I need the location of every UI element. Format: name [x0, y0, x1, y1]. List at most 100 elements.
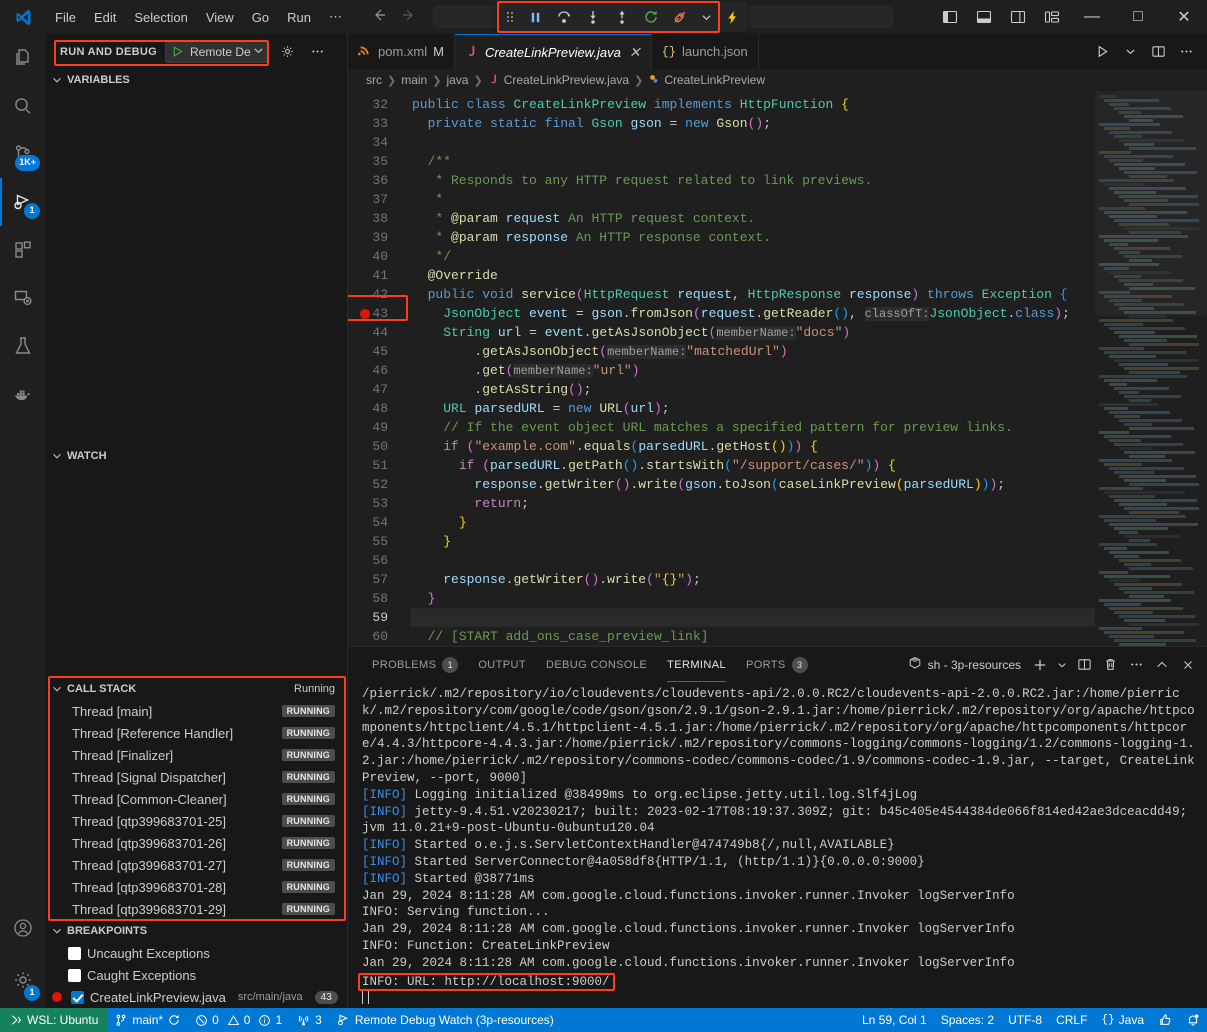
tab-ports[interactable]: PORTS 3 [736, 647, 818, 682]
code-line[interactable]: } [410, 589, 1095, 608]
ellipsis-icon[interactable] [307, 41, 329, 63]
code-line[interactable]: } [410, 513, 1095, 532]
arrow-left-icon[interactable] [371, 7, 387, 28]
line-number-gutter[interactable]: 3233343536373839404142434445464748495051… [348, 91, 410, 646]
code-line[interactable]: JsonObject event = gson.fromJson(request… [410, 304, 1095, 323]
call-stack-thread-row[interactable]: Thread [Finalizer]RUNNING [46, 744, 347, 766]
line-number[interactable]: 34 [348, 133, 410, 152]
gear-icon[interactable] [277, 41, 299, 63]
line-number[interactable]: 39 [348, 228, 410, 247]
run-button[interactable] [1089, 38, 1115, 66]
lightning-icon[interactable] [725, 10, 740, 25]
drag-handle-icon[interactable] [505, 9, 515, 25]
trash-icon[interactable] [1099, 654, 1121, 676]
debug-session-indicator[interactable]: Remote Debug Watch (3p-resources) [329, 1008, 561, 1032]
line-number[interactable]: 56 [348, 551, 410, 570]
line-number[interactable]: 40 [348, 247, 410, 266]
line-number[interactable]: 41 [348, 266, 410, 285]
panel-more-icon[interactable] [1125, 654, 1147, 676]
split-editor-icon[interactable] [1145, 38, 1171, 66]
chevron-down-icon[interactable] [701, 12, 712, 23]
code-line[interactable]: */ [410, 247, 1095, 266]
line-number[interactable]: 43 [348, 304, 410, 323]
tab-problems[interactable]: PROBLEMS 1 [362, 647, 468, 682]
code-line[interactable]: /** [410, 152, 1095, 171]
sidebar-item-docker[interactable] [0, 370, 46, 418]
launch-config-selector[interactable]: Remote De [165, 41, 269, 63]
call-stack-thread-row[interactable]: Thread [qtp399683701-27]RUNNING [46, 854, 347, 876]
call-stack-thread-row[interactable]: Thread [main]RUNNING [46, 700, 347, 722]
call-stack-thread-row[interactable]: Thread [qtp399683701-26]RUNNING [46, 832, 347, 854]
tab-debug-console[interactable]: DEBUG CONSOLE [536, 647, 657, 682]
sidebar-item-search[interactable] [0, 82, 46, 130]
remote-indicator[interactable]: WSL: Ubuntu [0, 1008, 107, 1032]
terminal-profile-chevron-icon[interactable] [1055, 654, 1069, 676]
eol-setting[interactable]: CRLF [1049, 1008, 1094, 1032]
breadcrumb-file[interactable]: CreateLinkPreview.java [488, 73, 629, 88]
call-stack-thread-row[interactable]: Thread [Signal Dispatcher]RUNNING [46, 766, 347, 788]
call-stack-thread-row[interactable]: Thread [Reference Handler]RUNNING [46, 722, 347, 744]
maximize-panel-icon[interactable] [1151, 654, 1173, 676]
line-number[interactable]: 46 [348, 361, 410, 380]
terminal-output[interactable]: /pierrick/.m2/repository/io/cloudevents/… [348, 682, 1207, 1008]
code-line[interactable]: .getAsString(); [410, 380, 1095, 399]
line-number[interactable]: 58 [348, 589, 410, 608]
sidebar-item-run-and-debug[interactable]: 1 [0, 178, 46, 226]
code-line[interactable]: URL parsedURL = new URL(url); [410, 399, 1095, 418]
breadcrumb-src[interactable]: src [366, 73, 382, 87]
code-line[interactable]: return; [410, 494, 1095, 513]
menu-edit[interactable]: Edit [85, 7, 125, 28]
code-line[interactable] [410, 608, 1095, 627]
step-over-icon[interactable] [556, 9, 572, 25]
code-line[interactable] [410, 133, 1095, 152]
new-terminal-icon[interactable] [1029, 654, 1051, 676]
line-number[interactable]: 57 [348, 570, 410, 589]
call-stack-thread-row[interactable]: Thread [qtp399683701-25]RUNNING [46, 810, 347, 832]
breakpoint-checkbox[interactable] [71, 991, 84, 1004]
line-number[interactable]: 50 [348, 437, 410, 456]
call-stack-thread-row[interactable]: Thread [Common-Cleaner]RUNNING [46, 788, 347, 810]
call-stack-thread-row[interactable]: Thread [qtp399683701-29]RUNNING [46, 898, 347, 920]
line-number[interactable]: 59 [348, 608, 410, 627]
breakpoint-row[interactable]: Uncaught Exceptions [46, 942, 347, 964]
run-options-chevron-icon[interactable] [1117, 38, 1143, 66]
minimize-button[interactable]: — [1069, 0, 1115, 34]
code-line[interactable]: .get(memberName:"url") [410, 361, 1095, 380]
play-icon[interactable] [166, 45, 188, 58]
cursor-position[interactable]: Ln 59, Col 1 [855, 1008, 934, 1032]
sidebar-item-remote-explorer[interactable] [0, 274, 46, 322]
arrow-right-icon[interactable] [401, 7, 417, 28]
close-icon[interactable]: ✕ [629, 44, 641, 61]
sidebar-item-explorer[interactable] [0, 34, 46, 82]
line-number[interactable]: 52 [348, 475, 410, 494]
problems-indicator[interactable]: 0 0 1 [188, 1008, 289, 1032]
toggle-secondary-sidebar-icon[interactable] [1001, 0, 1035, 34]
code-line[interactable]: if (parsedURL.getPath().startsWith("/sup… [410, 456, 1095, 475]
feedback-button[interactable] [1151, 1008, 1179, 1032]
breadcrumb-symbol[interactable]: CreateLinkPreview [648, 73, 765, 88]
step-out-icon[interactable] [614, 9, 630, 25]
line-number[interactable]: 45 [348, 342, 410, 361]
maximize-button[interactable]: □ [1115, 0, 1161, 34]
code-line[interactable]: // [START add_ons_case_preview_link] [410, 627, 1095, 646]
code-line[interactable]: // If the event object URL matches a spe… [410, 418, 1095, 437]
line-number[interactable]: 32 [348, 95, 410, 114]
code-content[interactable]: public class CreateLinkPreview implement… [410, 91, 1095, 646]
branch-indicator[interactable]: main* [107, 1008, 188, 1032]
breakpoint-checkbox[interactable] [68, 947, 81, 960]
sidebar-item-extensions[interactable] [0, 226, 46, 274]
line-number[interactable]: 51 [348, 456, 410, 475]
code-line[interactable]: * @param response An HTTP response conte… [410, 228, 1095, 247]
line-number[interactable]: 47 [348, 380, 410, 399]
sidebar-item-source-control[interactable]: 1K+ [0, 130, 46, 178]
code-line[interactable]: * [410, 190, 1095, 209]
tab-terminal[interactable]: TERMINAL [657, 647, 736, 682]
editor-more-icon[interactable] [1173, 38, 1199, 66]
breakpoint-dot-icon[interactable] [360, 309, 370, 319]
line-number[interactable]: 54 [348, 513, 410, 532]
notifications-button[interactable] [1179, 1008, 1207, 1032]
call-stack-thread-row[interactable]: Thread [qtp399683701-28]RUNNING [46, 876, 347, 898]
line-number[interactable]: 36 [348, 171, 410, 190]
code-line[interactable]: .getAsJsonObject(memberName:"matchedUrl"… [410, 342, 1095, 361]
sidebar-item-testing[interactable] [0, 322, 46, 370]
